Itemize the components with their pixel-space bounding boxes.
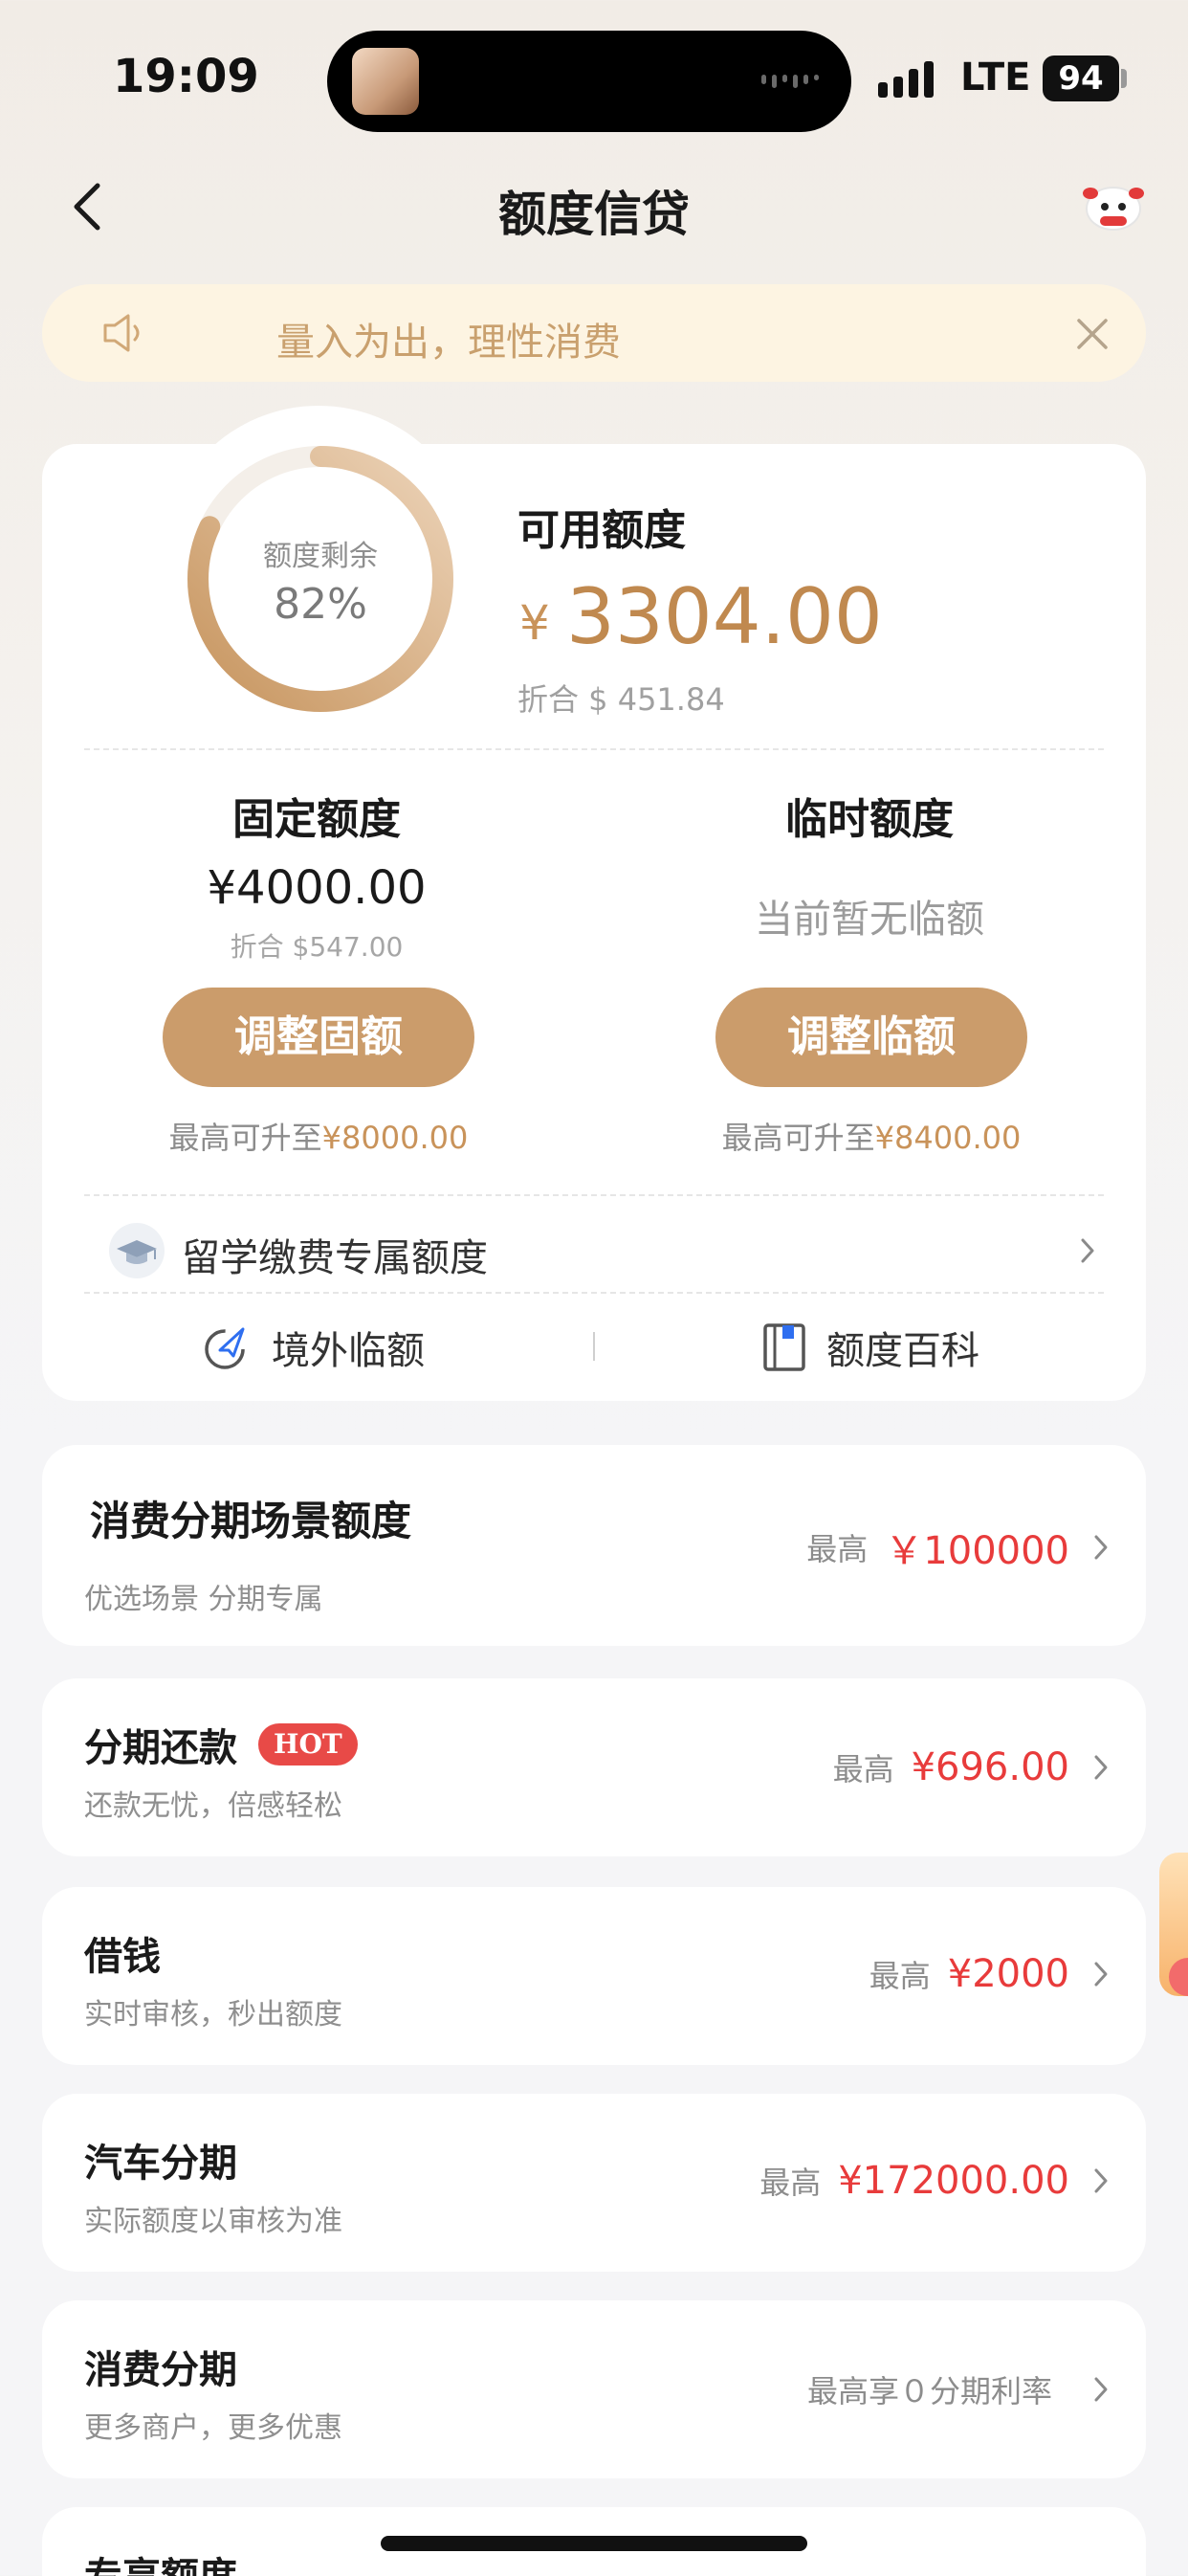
available-credit-usd: 折合 $ 451.84 xyxy=(517,681,725,718)
installment-repayment-max: 最高 ¥696.00 xyxy=(536,1745,1110,1789)
tools-separator xyxy=(593,1332,595,1361)
available-credit-amount: 3304.00 xyxy=(566,572,883,661)
fixed-credit-usd: 折合 $547.00 xyxy=(230,931,404,963)
page-title: 额度信贷 xyxy=(498,187,690,242)
divider xyxy=(84,1194,1104,1196)
temp-credit-max-note: 最高可升至¥8400.00 xyxy=(677,1114,1066,1158)
installment-repayment-subtitle: 还款无忧，倍感轻松 xyxy=(84,1789,342,1823)
notice-banner: 量入为出，理性消费 xyxy=(42,284,1146,382)
cellular-signal-icon xyxy=(878,61,934,98)
max-label: 最高 xyxy=(806,1531,869,1567)
fixed-credit-amount: ¥4000.00 xyxy=(207,861,427,915)
credit-encyclopedia-label: 额度百科 xyxy=(826,1329,979,1373)
credit-encyclopedia-link[interactable]: 额度百科 xyxy=(761,1317,979,1378)
currency-symbol: ¥ xyxy=(519,595,550,651)
temp-max-value: ¥8400.00 xyxy=(874,1120,1022,1156)
borrow-money-title: 借钱 xyxy=(84,1935,161,1979)
divider xyxy=(84,1292,1104,1294)
graduation-cap-icon xyxy=(109,1223,165,1278)
book-icon xyxy=(763,1323,805,1371)
remaining-credit-ring xyxy=(187,446,453,712)
car-installment-title: 汽车分期 xyxy=(84,2142,237,2186)
max-label: 最高 xyxy=(869,1958,931,1994)
max-value: ¥172000.00 xyxy=(838,2159,1069,2203)
car-installment-subtitle: 实际额度以审核为准 xyxy=(84,2205,342,2238)
installment-repayment-heading: 分期还款 HOT xyxy=(84,1717,358,1772)
overseas-temp-credit-link[interactable]: 境外临额 xyxy=(201,1317,425,1378)
now-playing-thumbnail[interactable] xyxy=(352,48,419,115)
adjust-fixed-credit-button[interactable]: 调整固额 xyxy=(163,988,474,1087)
scene-credit-max: 最高 ￥100000 xyxy=(536,1520,1110,1575)
consumer-installment-title: 消费分期 xyxy=(84,2348,237,2392)
max-value: ¥2000 xyxy=(947,1952,1069,1996)
notice-text: 量入为出，理性消费 xyxy=(276,321,621,365)
available-credit-label: 可用额度 xyxy=(517,506,686,555)
zero-rate-offer: 最高享０分期利率 xyxy=(806,2373,1052,2409)
temp-credit-none-text: 当前暂无临额 xyxy=(755,898,984,942)
airplane-globe-icon xyxy=(205,1327,245,1369)
battery-indicator: 94 xyxy=(1043,56,1119,101)
ring-percent: 82% xyxy=(274,580,367,629)
chevron-right-icon xyxy=(1094,2168,1108,2193)
temp-max-prefix: 最高可升至 xyxy=(721,1120,875,1156)
max-value: ￥100000 xyxy=(885,1529,1069,1573)
max-value: ¥696.00 xyxy=(911,1745,1069,1789)
consumer-installment-offer: 最高享０分期利率 xyxy=(536,2367,1110,2411)
mascot-service-icon[interactable] xyxy=(1081,180,1146,233)
close-icon[interactable] xyxy=(1075,317,1110,351)
ring-label: 额度剩余 xyxy=(263,540,378,573)
max-label: 最高 xyxy=(832,1751,894,1788)
car-installment-max: 最高 ¥172000.00 xyxy=(536,2159,1110,2203)
max-label: 最高 xyxy=(759,2165,822,2201)
borrow-money-max: 最高 ¥2000 xyxy=(536,1952,1110,1996)
dynamic-island xyxy=(327,31,851,132)
fixed-max-value: ¥8000.00 xyxy=(321,1120,469,1156)
fixed-max-prefix: 最高可升至 xyxy=(168,1120,322,1156)
fixed-credit-title: 固定额度 xyxy=(232,795,401,844)
chevron-right-icon xyxy=(1094,2377,1108,2402)
status-time: 19:09 xyxy=(113,50,259,103)
adjust-temp-credit-button[interactable]: 调整临额 xyxy=(715,988,1027,1087)
chevron-right-icon xyxy=(1094,1755,1108,1780)
scene-credit-subtitle: 优选场景 分期专属 xyxy=(84,1583,323,1616)
chevron-right-icon xyxy=(1094,1962,1108,1987)
borrow-money-subtitle: 实时审核，秒出额度 xyxy=(84,1998,342,2032)
installment-repayment-title: 分期还款 xyxy=(84,1726,237,1770)
exclusive-credit-title: 专享额度 xyxy=(84,2545,237,2576)
temp-credit-title: 临时额度 xyxy=(785,795,954,844)
overseas-temp-credit-label: 境外临额 xyxy=(272,1329,425,1373)
home-indicator[interactable] xyxy=(381,2536,807,2551)
speaker-icon xyxy=(103,314,140,352)
study-abroad-credit-label: 留学缴费专属额度 xyxy=(182,1236,488,1280)
divider xyxy=(84,748,1104,750)
hot-badge: HOT xyxy=(258,1723,358,1765)
battery-tip xyxy=(1121,69,1127,88)
scene-credit-title: 消费分期场景额度 xyxy=(90,1498,412,1544)
consumer-installment-subtitle: 更多商户，更多优惠 xyxy=(84,2411,342,2445)
network-type: LTE xyxy=(960,56,1031,100)
chevron-right-icon xyxy=(1094,1535,1108,1560)
chevron-right-icon xyxy=(1081,1238,1094,1263)
audio-waveform-icon xyxy=(761,75,819,88)
fixed-credit-max-note: 最高可升至¥8000.00 xyxy=(124,1114,513,1158)
